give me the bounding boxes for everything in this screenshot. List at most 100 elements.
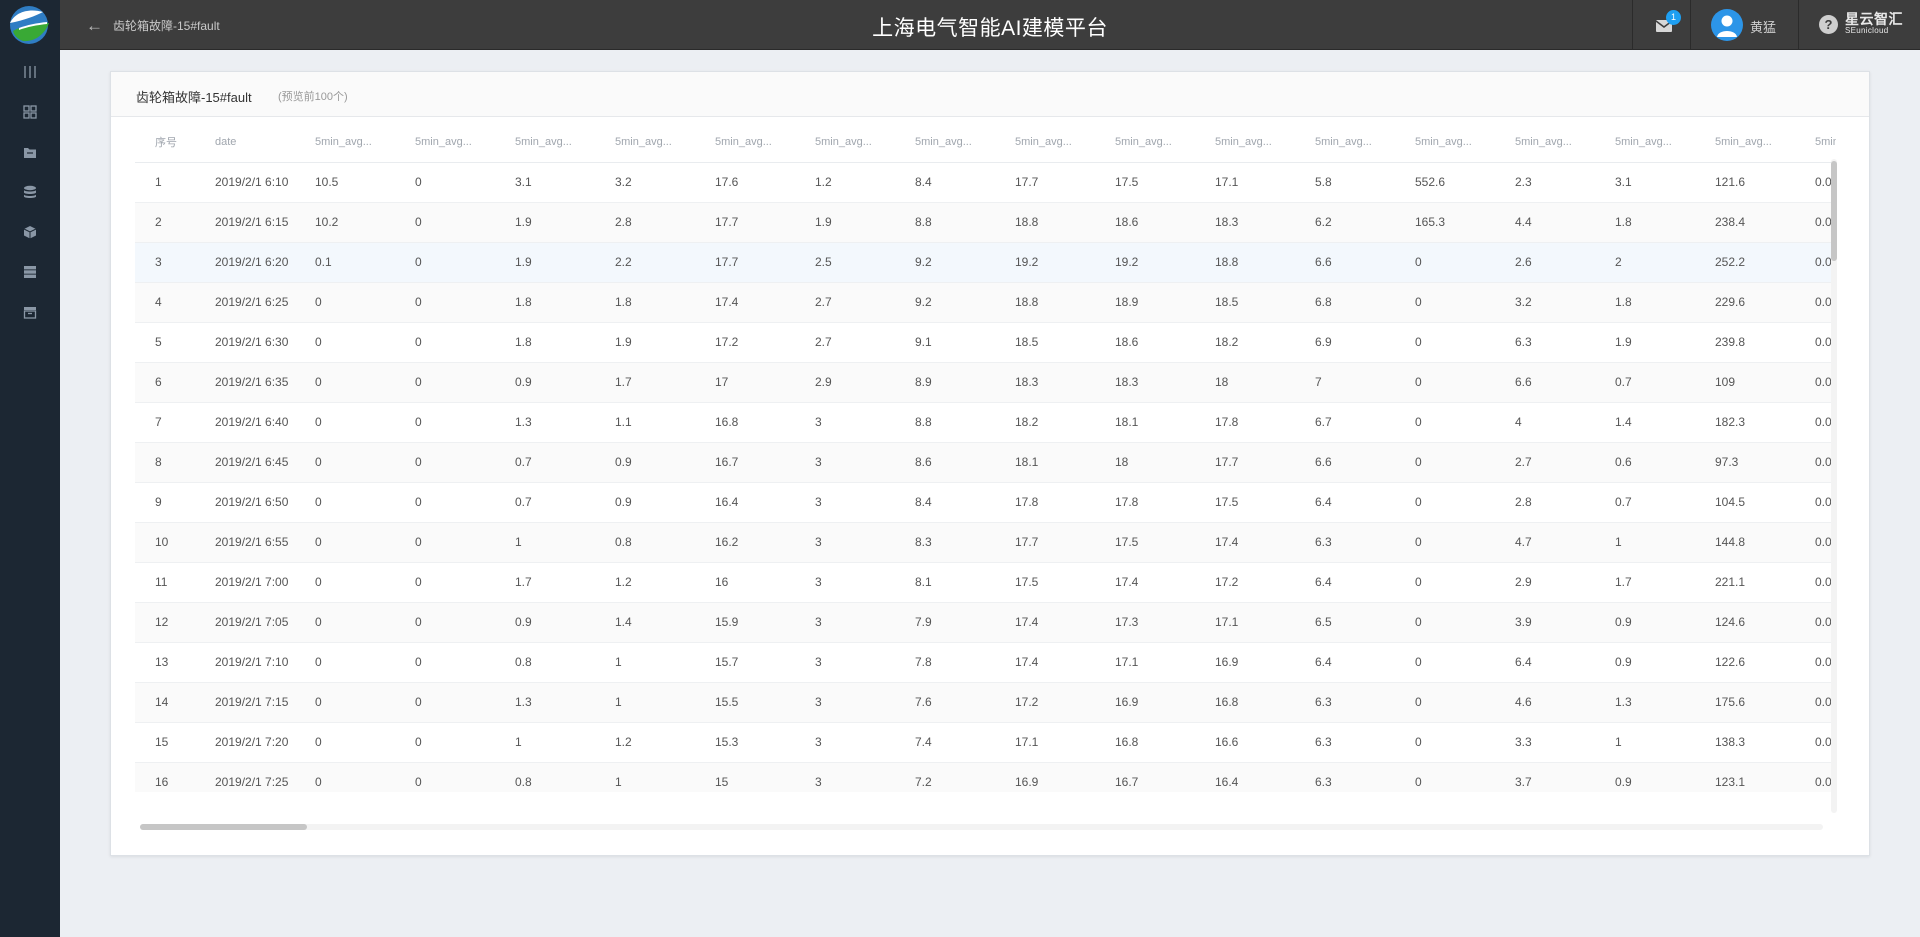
- table-row[interactable]: 4 2019/2/1 6:25 0 0 1.8 1.8 17.4 2.7 9.2 18.8 18.9…: [135, 282, 1836, 323]
- table-row[interactable]: 7 2019/2/1 6:40 0 0 1.3 1.1 16.8 3 8.8 18.2 18.1 17…: [135, 402, 1836, 443]
- table-cell: 0: [1395, 762, 1495, 792]
- vertical-scrollbar-thumb[interactable]: [1831, 161, 1837, 261]
- table-row[interactable]: 6 2019/2/1 6:35 0 0 0.9 1.7 17 2.9 8.9 18.3 18.3 18…: [135, 362, 1836, 403]
- table-row[interactable]: 10 2019/2/1 6:55 0 0 1 0.8 16.2 3 8.3 17.7 17.5 17.…: [135, 522, 1836, 563]
- table-row[interactable]: 11 2019/2/1 7:00 0 0 1.7 1.2 16 3 8.1 17.5 17.4 17.…: [135, 562, 1836, 603]
- horizontal-scrollbar-thumb[interactable]: [140, 824, 307, 830]
- column-header[interactable]: 5min_avg...: [995, 122, 1095, 163]
- dashboard-icon[interactable]: [18, 100, 42, 124]
- column-header[interactable]: 5min_avg...: [1295, 122, 1395, 163]
- column-header[interactable]: 5min_avg...: [1095, 122, 1195, 163]
- table-cell: 17.4: [1195, 522, 1295, 563]
- table-cell: 0: [395, 362, 495, 403]
- table-cell: 11: [135, 562, 195, 603]
- horizontal-scrollbar-track[interactable]: [140, 824, 1823, 830]
- table-cell: 6.3: [1295, 762, 1395, 792]
- server-icon[interactable]: [18, 260, 42, 284]
- column-header[interactable]: 5min_avg...: [595, 122, 695, 163]
- table-cell: 0.0: [1795, 202, 1836, 243]
- database-icon[interactable]: [18, 180, 42, 204]
- table-cell: 1.8: [1595, 202, 1695, 243]
- table-cell: 4.7: [1495, 522, 1595, 563]
- column-header-date[interactable]: date: [195, 122, 295, 163]
- folder-icon[interactable]: [18, 140, 42, 164]
- table-row[interactable]: 2 2019/2/1 6:15 10.2 0 1.9 2.8 17.7 1.9 8.8 18.8 1…: [135, 202, 1836, 243]
- preview-note: (预览前100个): [278, 91, 348, 103]
- table-cell: 15: [695, 762, 795, 792]
- table-cell: 0.0: [1795, 522, 1836, 563]
- table-cell: 18.8: [995, 282, 1095, 323]
- table-row[interactable]: 9 2019/2/1 6:50 0 0 0.7 0.9 16.4 3 8.4 17.8 17.8 17…: [135, 482, 1836, 523]
- table-cell: 0: [295, 682, 395, 723]
- table-cell: 0.7: [1595, 362, 1695, 403]
- table-cell: 2.5: [795, 242, 895, 283]
- table-cell: 2019/2/1 6:40: [195, 402, 295, 443]
- column-header[interactable]: 5min_avg...: [1595, 122, 1695, 163]
- table-cell: 1.3: [495, 682, 595, 723]
- user-avatar[interactable]: [1711, 9, 1743, 41]
- arrow-left-icon: ←: [86, 15, 103, 35]
- table-cell: 0.0: [1795, 482, 1836, 523]
- data-table-scroll[interactable]: 序号 date 5min_avg... 5min_avg... 5min_avg... 5…: [135, 122, 1836, 792]
- table-cell: 18.6: [1095, 202, 1195, 243]
- menu-toggle-icon[interactable]: [18, 60, 42, 84]
- table-cell: 17.5: [995, 562, 1095, 603]
- table-cell: 6.4: [1295, 642, 1395, 683]
- column-header[interactable]: 5min_avg...: [895, 122, 995, 163]
- table-cell: 17.1: [1195, 162, 1295, 203]
- table-cell: 0.0: [1795, 442, 1836, 483]
- table-cell: 16.4: [1195, 762, 1295, 792]
- table-cell: 97.3: [1695, 442, 1795, 483]
- column-header[interactable]: 5min_avg...: [1195, 122, 1295, 163]
- table-row[interactable]: 13 2019/2/1 7:10 0 0 0.8 1 15.7 3 7.8 17.4 17.1 16.…: [135, 642, 1836, 683]
- column-header[interactable]: 5min_avg...: [695, 122, 795, 163]
- archive-icon[interactable]: [18, 300, 42, 324]
- help-icon[interactable]: ?: [1819, 15, 1838, 34]
- table-cell: 182.3: [1695, 402, 1795, 443]
- username[interactable]: 黄猛: [1750, 17, 1776, 36]
- table-cell: 18: [1195, 362, 1295, 403]
- table-row[interactable]: 1 2019/2/1 6:10 10.5 0 3.1 3.2 17.6 1.2 8.4 17.7 1…: [135, 162, 1836, 203]
- table-row[interactable]: 12 2019/2/1 7:05 0 0 0.9 1.4 15.9 3 7.9 17.4 17.3 1…: [135, 602, 1836, 643]
- table-cell: 123.1: [1695, 762, 1795, 792]
- column-header[interactable]: 5min_avg...: [1495, 122, 1595, 163]
- column-header[interactable]: 5min_avg...: [295, 122, 395, 163]
- table-row[interactable]: 16 2019/2/1 7:25 0 0 0.8 1 15 3 7.2 16.9 16.7 16.4 6…: [135, 762, 1836, 792]
- table-cell: 17.7: [995, 162, 1095, 203]
- brand-logo-icon[interactable]: [5, 4, 54, 46]
- table-row[interactable]: 15 2019/2/1 7:20 0 0 1 1.2 15.3 3 7.4 17.1 16.8 16.…: [135, 722, 1836, 763]
- column-header[interactable]: 5min_avg...: [795, 122, 895, 163]
- table-cell: 8.6: [895, 442, 995, 483]
- table-row[interactable]: 5 2019/2/1 6:30 0 0 1.8 1.9 17.2 2.7 9.1 18.5 18.6…: [135, 322, 1836, 363]
- table-cell: 17.2: [1195, 562, 1295, 603]
- table-row[interactable]: 8 2019/2/1 6:45 0 0 0.7 0.9 16.7 3 8.6 18.1 18 17.7…: [135, 442, 1836, 483]
- column-header[interactable]: 5min_avg...: [495, 122, 595, 163]
- column-header-index[interactable]: 序号: [135, 122, 195, 163]
- column-header[interactable]: 5min_avg...: [1695, 122, 1795, 163]
- table-cell: 1.9: [495, 202, 595, 243]
- table-cell: 18.8: [995, 202, 1095, 243]
- table-cell: 18.3: [1195, 202, 1295, 243]
- column-header[interactable]: 5min_: [1795, 122, 1836, 163]
- table-cell: 2.6: [1495, 242, 1595, 283]
- column-header[interactable]: 5min_avg...: [1395, 122, 1495, 163]
- table-cell: 1.3: [495, 402, 595, 443]
- table-cell: 0.0: [1795, 602, 1836, 643]
- table-cell: 18.3: [1095, 362, 1195, 403]
- table-cell: 0: [295, 722, 395, 763]
- model-cube-icon[interactable]: [18, 220, 42, 244]
- back-button[interactable]: ← 齿轮箱故障-15#fault: [86, 15, 220, 35]
- table-cell: 18.5: [995, 322, 1095, 363]
- table-row[interactable]: 14 2019/2/1 7:15 0 0 1.3 1 15.5 3 7.6 17.2 16.9 16.…: [135, 682, 1836, 723]
- column-header[interactable]: 5min_avg...: [395, 122, 495, 163]
- platform-title: 上海电气智能AI建模平台: [872, 17, 1108, 40]
- table-row[interactable]: 3 2019/2/1 6:20 0.1 0 1.9 2.2 17.7 2.5 9.2 19.2 19…: [135, 242, 1836, 283]
- table-cell: 6.8: [1295, 282, 1395, 323]
- table-cell: 3: [795, 562, 895, 603]
- table-cell: 12: [135, 602, 195, 643]
- table-cell: 18.8: [1195, 242, 1295, 283]
- table-cell: 16.2: [695, 522, 795, 563]
- table-cell: 0: [295, 442, 395, 483]
- header-divider: [1798, 0, 1799, 50]
- table-cell: 16.9: [1195, 642, 1295, 683]
